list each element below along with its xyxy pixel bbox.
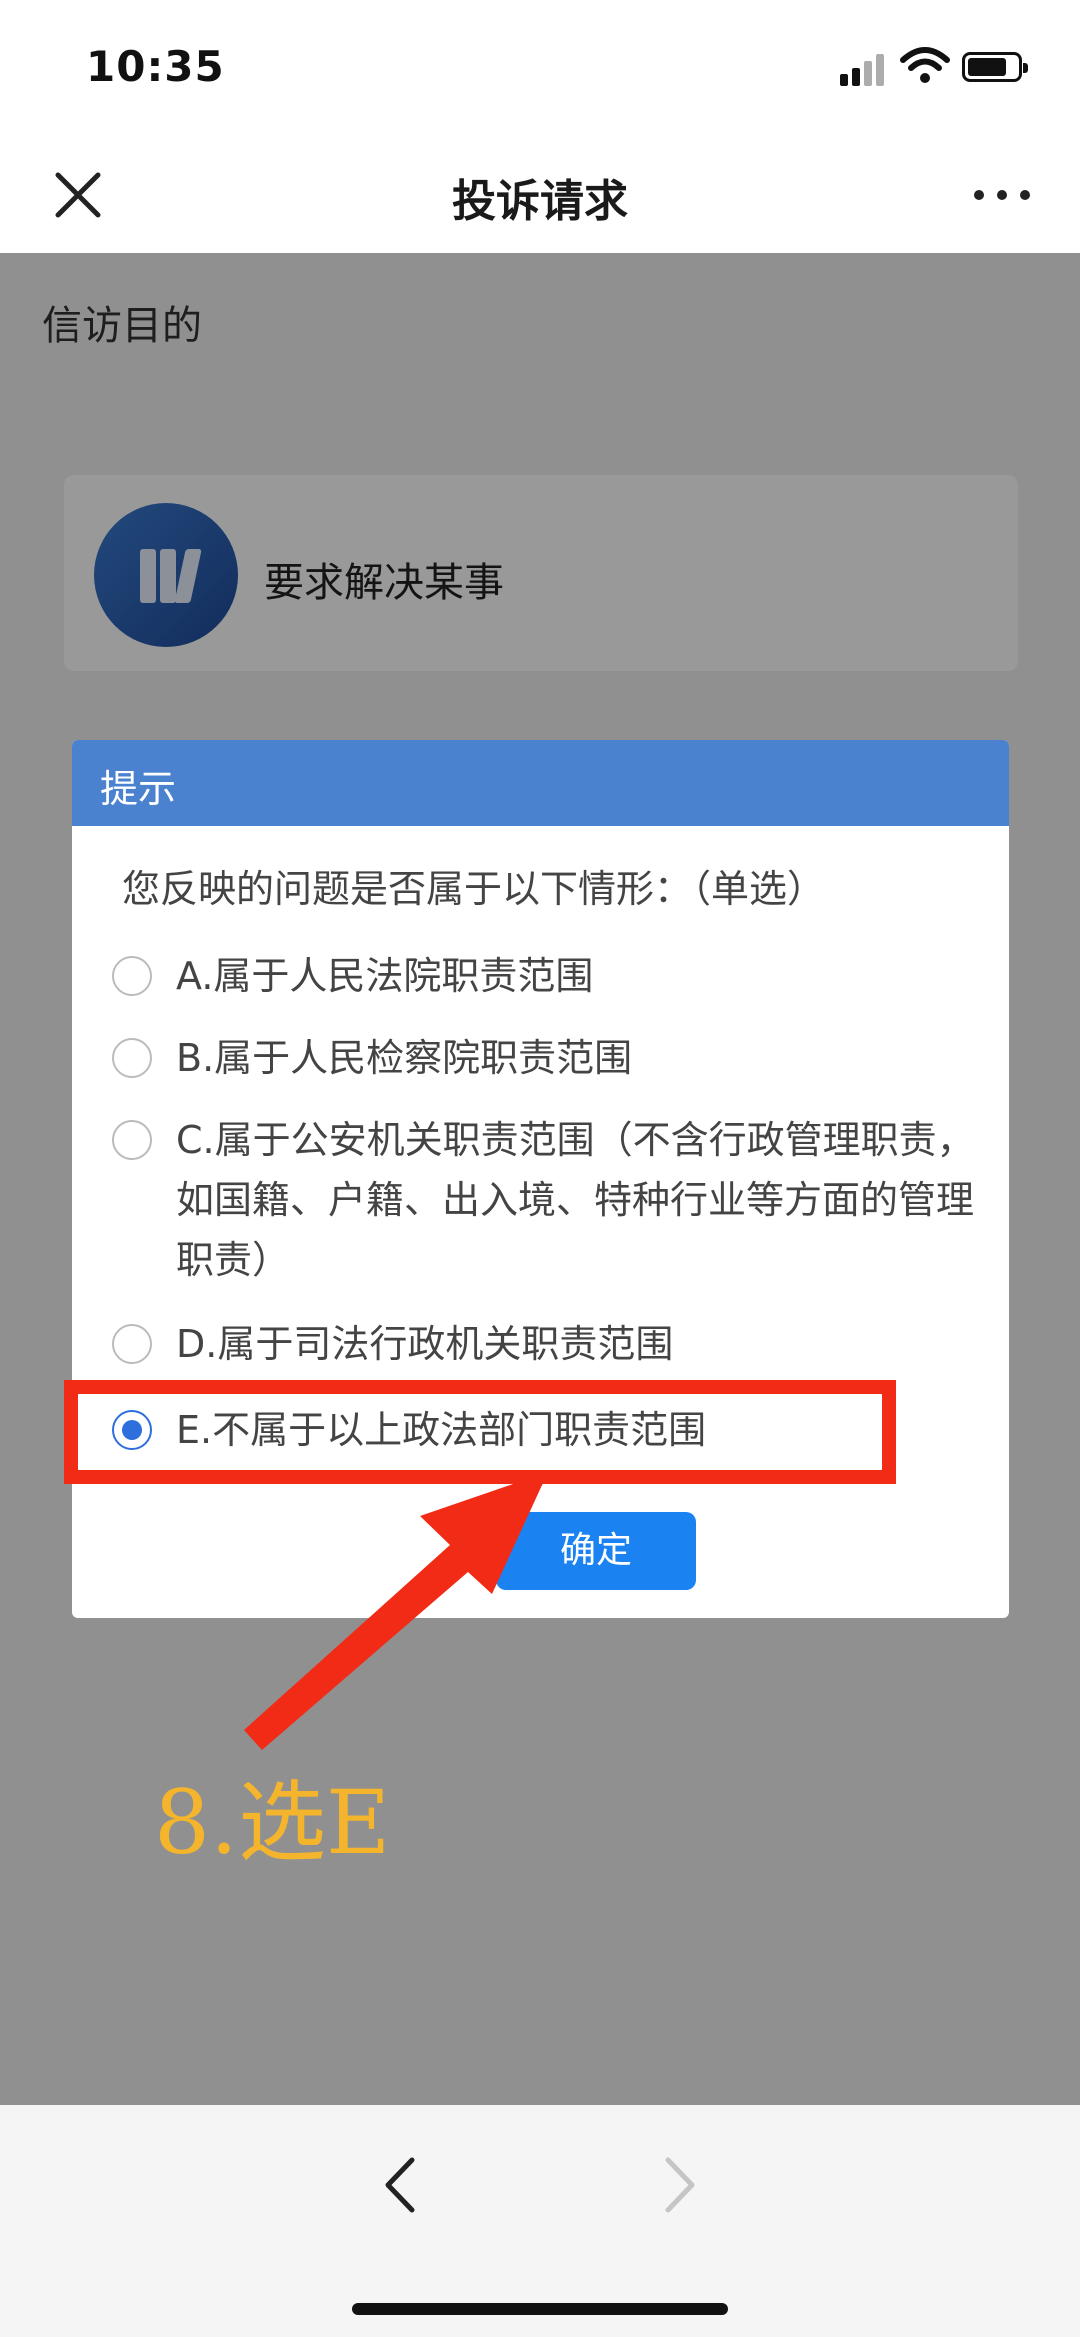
option-d[interactable]: D.属于司法行政机关职责范围: [112, 1314, 992, 1374]
dialog-header: 提示: [72, 740, 1009, 826]
more-icon[interactable]: [974, 187, 1034, 203]
nav-bar: 投诉请求: [0, 135, 1080, 253]
battery-icon: [962, 52, 1028, 82]
forward-icon[interactable]: [650, 2150, 710, 2220]
option-c-label: C.属于公安机关职责范围（不含行政管理职责，如国籍、户籍、出入境、特种行业等方面…: [176, 1118, 975, 1282]
step-label: 8.选E: [154, 1771, 391, 1874]
highlight-box: [64, 1380, 896, 1484]
dialog-title: 提示: [100, 767, 177, 811]
signal-icon: [840, 52, 888, 86]
page-title: 投诉请求: [452, 176, 628, 227]
wifi-icon: [900, 47, 950, 83]
option-b[interactable]: B.属于人民检察院职责范围: [112, 1028, 992, 1088]
status-time: 10:35: [86, 42, 225, 91]
prompt-dialog: 提示 您反映的问题是否属于以下情形：（单选） A.属于人民法院职责范围 B.属于…: [72, 740, 1009, 1618]
dialog-question: 您反映的问题是否属于以下情形：（单选）: [122, 867, 826, 911]
home-indicator: [352, 2303, 728, 2315]
radio-option-c[interactable]: [112, 1120, 152, 1160]
radio-option-b[interactable]: [112, 1038, 152, 1078]
confirm-button[interactable]: 确定: [496, 1512, 696, 1590]
radio-option-d[interactable]: [112, 1324, 152, 1364]
option-b-label: B.属于人民检察院职责范围: [176, 1036, 633, 1080]
bottom-bar: [0, 2105, 1080, 2337]
option-a-label: A.属于人民法院职责范围: [176, 954, 594, 998]
status-bar: 10:35: [0, 0, 1080, 135]
option-c[interactable]: C.属于公安机关职责范围（不含行政管理职责，如国籍、户籍、出入境、特种行业等方面…: [112, 1110, 992, 1290]
option-d-label: D.属于司法行政机关职责范围: [176, 1322, 674, 1366]
radio-option-a[interactable]: [112, 956, 152, 996]
back-icon[interactable]: [370, 2150, 430, 2220]
option-a[interactable]: A.属于人民法院职责范围: [112, 946, 992, 1006]
